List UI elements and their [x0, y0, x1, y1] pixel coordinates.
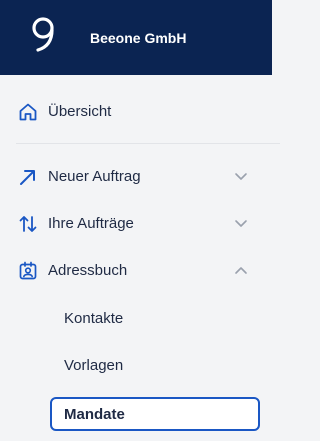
- sidebar-item-label: Neuer Auftrag: [48, 168, 141, 185]
- beeone-logo[interactable]: [28, 14, 62, 58]
- sidebar-item-new-order[interactable]: Neuer Auftrag: [0, 159, 272, 195]
- chevron-down-icon[interactable]: [234, 218, 248, 230]
- app-header: Beeone GmbH: [0, 0, 272, 75]
- sidebar-item-label: Übersicht: [48, 103, 112, 120]
- home-icon: [19, 103, 37, 121]
- chevron-down-icon[interactable]: [234, 171, 248, 183]
- divider: [16, 143, 280, 144]
- sidebar-item-label: Ihre Aufträge: [48, 215, 134, 232]
- sidebar-subitem-label: Vorlagen: [64, 357, 124, 374]
- chevron-up-icon[interactable]: [234, 265, 248, 277]
- sidebar-item-address-book[interactable]: Adressbuch: [0, 253, 272, 289]
- company-name: Beeone GmbH: [90, 30, 187, 46]
- sidebar-subitem-contacts[interactable]: Kontakte: [50, 303, 260, 335]
- sidebar-item-label: Adressbuch: [48, 262, 128, 279]
- sidebar-subitem-label: Kontakte: [64, 310, 124, 327]
- arrow-up-right-icon: [20, 170, 35, 185]
- sidebar-item-overview[interactable]: Übersicht: [0, 94, 272, 130]
- swap-vertical-icon: [19, 216, 37, 232]
- sidebar-item-my-orders[interactable]: Ihre Aufträge: [0, 206, 272, 242]
- contact-book-icon: [19, 261, 37, 280]
- sidebar-subitem-label: Mandate: [64, 406, 125, 423]
- sidebar-subitem-templates[interactable]: Vorlagen: [50, 350, 260, 382]
- sidebar-subitem-mandates[interactable]: Mandate: [50, 397, 260, 431]
